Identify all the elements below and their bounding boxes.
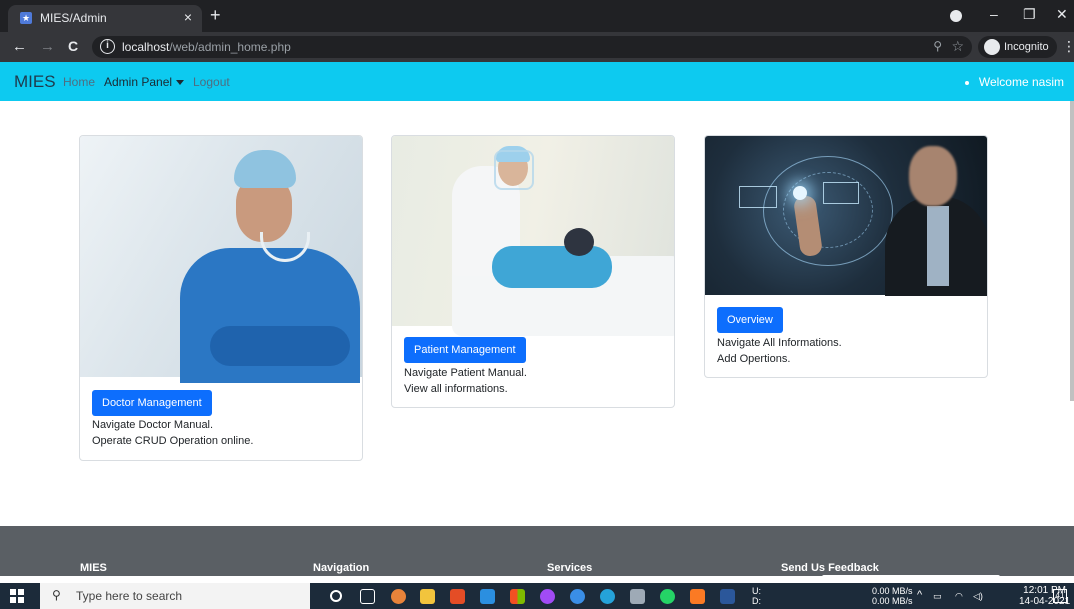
chevron-down-icon — [176, 80, 185, 86]
profile-icon[interactable] — [950, 10, 962, 22]
site-footer: MIES Navigation Services Send Us Feedbac… — [0, 526, 1074, 583]
info-icon[interactable]: i — [100, 39, 115, 54]
browser-tab[interactable]: ★ MIES/Admin × — [8, 5, 202, 32]
store-icon[interactable] — [510, 589, 525, 604]
chevron-up-icon[interactable]: ^ — [917, 590, 922, 601]
nav-logout[interactable]: Logout — [193, 75, 230, 89]
bookmark-star-icon[interactable]: ☆ — [951, 38, 964, 55]
doctor-photo — [80, 136, 362, 383]
nav-admin-panel[interactable]: Admin Panel — [104, 75, 185, 89]
minimize-icon[interactable]: – — [990, 6, 998, 22]
wifi-icon[interactable]: ◠ — [955, 591, 963, 601]
network-labels: U: D: — [752, 586, 761, 606]
address-bar: ← → C i localhost/web/admin_home.php ⚲ ☆… — [0, 32, 1074, 62]
file-explorer-icon[interactable] — [420, 589, 435, 604]
notification-icon[interactable]: 41 — [1053, 589, 1067, 603]
tab-title: MIES/Admin — [40, 11, 107, 25]
app-icon[interactable] — [630, 589, 645, 604]
card-description: View all informations. — [404, 383, 508, 395]
feedback-input[interactable] — [822, 575, 1000, 583]
vscode-icon[interactable] — [480, 589, 495, 604]
word-icon[interactable] — [720, 589, 735, 604]
forward-icon[interactable]: → — [40, 38, 55, 55]
windows-start-icon[interactable] — [10, 589, 24, 603]
browser-menu-icon[interactable]: ⋮ — [1062, 38, 1074, 55]
xampp-icon[interactable] — [690, 589, 705, 604]
chrome-profile-icon[interactable] — [600, 589, 615, 604]
battery-icon[interactable]: ▭ — [933, 591, 942, 601]
sublime-icon[interactable] — [450, 589, 465, 604]
page-scrollbar[interactable] — [1070, 101, 1074, 401]
search-icon: ⚲ — [52, 588, 61, 602]
close-tab-icon[interactable]: × — [184, 9, 192, 25]
task-view-icon[interactable] — [360, 589, 375, 604]
patient-management-card: Patient Management Navigate Patient Manu… — [391, 135, 675, 408]
patient-photo — [392, 136, 674, 336]
site-navbar: MIES Home Admin Panel Logout Welcome nas… — [0, 62, 1074, 101]
card-description: Navigate All Informations. — [717, 337, 842, 349]
patient-management-button[interactable]: Patient Management — [404, 337, 526, 363]
overview-button[interactable]: Overview — [717, 307, 783, 333]
overview-card: Overview Navigate All Informations. Add … — [704, 135, 988, 378]
card-description: Navigate Doctor Manual. — [92, 419, 214, 431]
zoom-icon[interactable]: ⚲ — [933, 39, 942, 53]
incognito-badge[interactable]: Incognito — [978, 36, 1057, 58]
new-tab-icon[interactable]: + — [210, 5, 221, 26]
chrome-icon[interactable] — [391, 589, 406, 604]
overview-photo — [705, 136, 987, 296]
whatsapp-icon[interactable] — [660, 589, 675, 604]
incognito-icon — [984, 39, 1000, 55]
doctor-management-card: Doctor Management Navigate Doctor Manual… — [79, 135, 363, 461]
volume-icon[interactable]: ◁) — [973, 591, 983, 601]
bullet-icon — [964, 80, 969, 85]
browser-tab-bar: ★ MIES/Admin × + – ❐ ✕ — [0, 0, 1074, 32]
favicon-icon: ★ — [20, 12, 32, 24]
brand-logo[interactable]: MIES — [14, 72, 56, 92]
taskbar-search[interactable]: ⚲ Type here to search — [40, 583, 310, 609]
card-description: Navigate Patient Manual. — [404, 367, 527, 379]
doctor-management-button[interactable]: Doctor Management — [92, 390, 212, 416]
close-window-icon[interactable]: ✕ — [1056, 6, 1068, 23]
back-icon[interactable]: ← — [12, 38, 27, 55]
footer-heading-services: Services — [547, 562, 593, 574]
taskbar-search-placeholder: Type here to search — [76, 589, 183, 603]
reload-icon[interactable]: C — [68, 38, 78, 54]
windows-taskbar: ⚲ Type here to search U: D: 0.00 MB/s 0.00… — [0, 583, 1074, 609]
footer-heading-feedback: Send Us Feedback — [781, 562, 879, 574]
messenger-icon[interactable] — [540, 589, 555, 604]
cortana-icon[interactable] — [330, 590, 342, 602]
card-description: Add Opertions. — [717, 353, 791, 365]
url-field[interactable]: i localhost/web/admin_home.php ⚲ ☆ — [92, 36, 972, 58]
footer-heading-mies: MIES — [80, 562, 107, 574]
welcome-user[interactable]: Welcome nasim — [964, 75, 1064, 89]
restore-icon[interactable]: ❐ — [1023, 6, 1036, 23]
incognito-label: Incognito — [1004, 41, 1049, 53]
network-speed: 0.00 MB/s 0.00 MB/s — [872, 586, 913, 606]
nav-home[interactable]: Home — [63, 75, 95, 89]
url-text: localhost/web/admin_home.php — [122, 40, 291, 54]
card-description: Operate CRUD Operation online. — [92, 435, 254, 447]
footer-heading-navigation: Navigation — [313, 562, 370, 574]
telegram-icon[interactable] — [570, 589, 585, 604]
